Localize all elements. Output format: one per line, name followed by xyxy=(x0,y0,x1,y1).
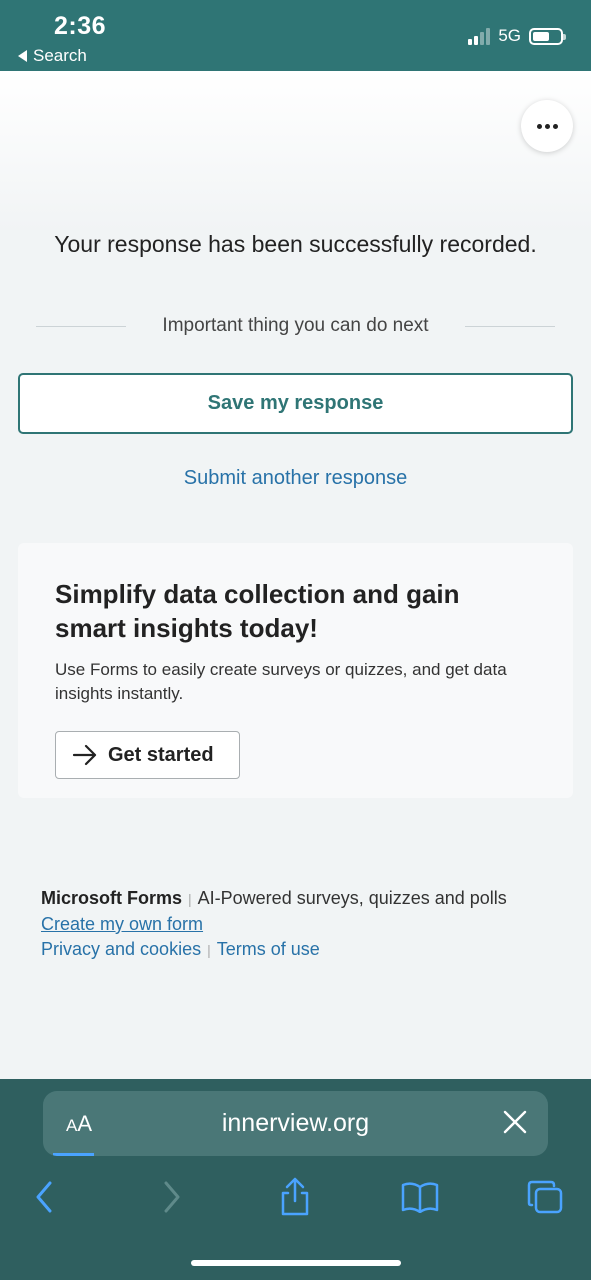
browser-toolbar xyxy=(0,1175,591,1219)
loading-progress xyxy=(53,1153,94,1156)
privacy-link[interactable]: Privacy and cookies xyxy=(41,939,201,959)
save-response-button[interactable]: Save my response xyxy=(18,373,573,434)
clock: 2:36 xyxy=(54,12,107,40)
status-icons: 5G xyxy=(468,26,566,46)
address-bar[interactable]: AA innerview.org xyxy=(43,1091,548,1156)
chevron-right-icon xyxy=(164,1181,180,1213)
footer-separator: | xyxy=(188,891,192,907)
success-message: Your response has been successfully reco… xyxy=(54,231,537,257)
cellular-signal-icon xyxy=(468,27,491,45)
network-type: 5G xyxy=(498,26,521,45)
divider-line-right xyxy=(464,325,556,327)
footer-tagline: AI-Powered surveys, quizzes and polls xyxy=(197,888,507,908)
footer-brand: Microsoft Forms xyxy=(41,888,183,908)
next-steps-divider: Important thing you can do next xyxy=(36,315,556,337)
next-steps-heading: Important thing you can do next xyxy=(162,315,429,336)
book-icon xyxy=(401,1182,439,1213)
share-icon xyxy=(281,1177,309,1216)
back-label: Search xyxy=(33,46,87,65)
promo-card: Simplify data collection and gain smart … xyxy=(18,543,573,798)
submit-another-text[interactable]: Submit another response xyxy=(184,467,407,489)
get-started-button[interactable]: Get started xyxy=(55,731,240,779)
back-button[interactable] xyxy=(22,1175,66,1219)
battery-icon xyxy=(529,27,566,45)
status-bar: 2:36 Search 5G xyxy=(0,0,591,71)
promo-description: Use Forms to easily create surveys or qu… xyxy=(55,660,507,703)
back-to-search[interactable]: Search xyxy=(18,46,87,66)
chevron-left-icon xyxy=(36,1181,52,1213)
more-options-button[interactable] xyxy=(521,100,573,152)
promo-title: Simplify data collection and gain smart … xyxy=(55,579,460,643)
terms-link[interactable]: Terms of use xyxy=(217,939,320,959)
more-dots-icon xyxy=(536,123,542,129)
tabs-icon xyxy=(527,1180,563,1214)
get-started-label: Get started xyxy=(108,743,214,766)
tabs-button[interactable] xyxy=(523,1175,567,1219)
submit-another-link: Submit another response xyxy=(0,467,591,490)
footer-separator-2: | xyxy=(207,942,211,958)
stop-loading-icon[interactable] xyxy=(502,1109,528,1135)
forward-button[interactable] xyxy=(150,1175,194,1219)
bookmarks-button[interactable] xyxy=(398,1175,442,1219)
home-indicator[interactable] xyxy=(191,1260,401,1266)
footer: Microsoft Forms | AI-Powered surveys, quiz… xyxy=(41,886,511,963)
create-form-link[interactable]: Create my own form xyxy=(41,914,203,934)
arrow-right-icon xyxy=(72,744,97,766)
page-content: Your response has been successfully reco… xyxy=(0,71,591,1079)
url-text: innerview.org xyxy=(221,1109,370,1137)
divider-line-left xyxy=(36,325,127,327)
share-button[interactable] xyxy=(273,1175,317,1219)
browser-bottom-bar: AA innerview.org xyxy=(0,1079,591,1280)
back-arrow-icon xyxy=(18,50,27,62)
